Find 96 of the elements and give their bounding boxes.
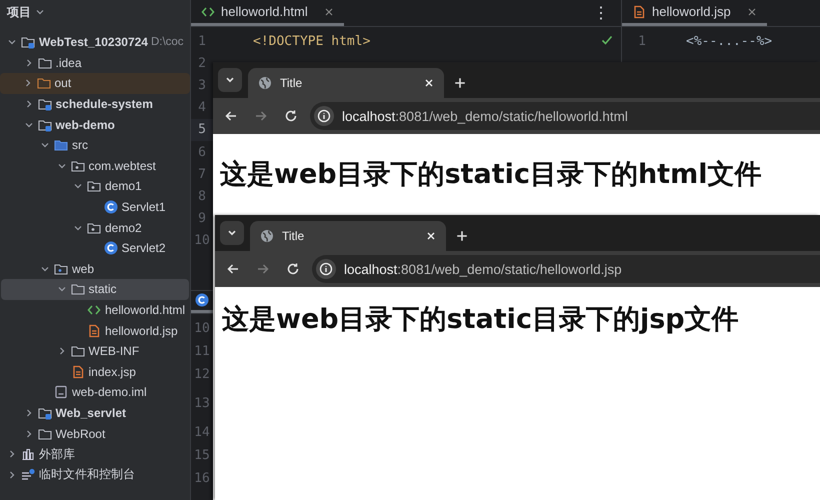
line-number: 1	[637, 32, 647, 51]
code-line: <!DOCTYPE html>	[253, 34, 370, 49]
folder-icon	[36, 76, 50, 90]
scratch-icon	[21, 468, 35, 482]
tab-search-button[interactable]	[220, 221, 244, 245]
folder-icon	[54, 262, 68, 276]
panel-title[interactable]: 项目	[7, 4, 31, 20]
tree-item[interactable]: 临时文件和控制台	[1, 464, 189, 486]
library-icon	[21, 447, 35, 462]
editor-tab[interactable]: helloworld.html	[191, 0, 344, 26]
close-icon[interactable]	[746, 6, 757, 16]
tree-item[interactable]: src	[1, 134, 189, 156]
line-number: 12	[193, 366, 211, 384]
globe-icon	[260, 229, 274, 243]
line-number: 8	[197, 188, 207, 206]
back-icon[interactable]	[224, 109, 238, 123]
tree-item[interactable]: Servlet1	[1, 196, 189, 218]
file-icon	[54, 385, 68, 400]
tree-item[interactable]: WebRoot	[1, 423, 189, 444]
tree-item[interactable]: Servlet2	[1, 238, 189, 259]
tree-item[interactable]: web-demo.iml	[1, 382, 189, 403]
line-number: 2	[197, 54, 207, 73]
browser-tab[interactable]: Title	[250, 221, 446, 251]
tree-item[interactable]: helloworld.html	[1, 300, 189, 320]
reload-icon[interactable]	[284, 109, 298, 123]
line-number: 13	[193, 394, 211, 413]
tree-item[interactable]: index.jsp	[1, 362, 189, 382]
folder-icon	[70, 344, 84, 358]
tree-item[interactable]: out	[0, 73, 190, 94]
line-number: 10	[193, 320, 211, 338]
line-number: 4	[197, 99, 207, 118]
code-brackets-icon	[201, 4, 215, 18]
new-tab-icon[interactable]	[456, 230, 468, 242]
line-number: 14	[193, 424, 211, 442]
folder-icon	[21, 35, 35, 50]
folder-icon	[38, 426, 52, 441]
line-number: 10	[193, 232, 211, 250]
address-bar[interactable]: localhost:8081/web_demo/static/helloworld.html	[310, 102, 820, 130]
tab-search-button[interactable]	[218, 68, 242, 92]
more-menu-button[interactable]: ⋮	[581, 0, 621, 26]
code-line: <%--...--%>	[686, 34, 772, 49]
line-number: 3	[197, 76, 207, 95]
tree-item[interactable]: web-demo	[1, 114, 189, 135]
folder-icon	[70, 158, 84, 173]
folder-icon	[38, 118, 52, 132]
page-heading: 这是web目录下的static目录下的html文件	[220, 158, 762, 192]
chevron-down-icon[interactable]	[35, 7, 45, 17]
class-icon	[104, 241, 118, 256]
folder-icon	[38, 56, 52, 70]
browser-tab[interactable]: Title	[248, 68, 444, 98]
reload-icon[interactable]	[286, 262, 300, 276]
tree-item[interactable]: static	[1, 279, 189, 300]
editor-tab[interactable]: helloworld.jsp	[622, 0, 767, 26]
file-icon	[70, 364, 84, 379]
folder-icon	[70, 282, 84, 296]
back-icon[interactable]	[226, 262, 240, 276]
tree-item[interactable]: 外部库	[1, 444, 189, 464]
tree-item[interactable]: schedule-system	[1, 94, 189, 114]
line-number: 15	[193, 446, 211, 465]
tree-item[interactable]: .idea	[1, 52, 189, 74]
info-icon[interactable]	[314, 106, 334, 126]
tree-item[interactable]: demo2	[1, 217, 189, 238]
line-number: 5	[191, 118, 213, 141]
folder-icon	[54, 138, 68, 152]
folder-icon	[87, 220, 101, 235]
folder-icon	[38, 406, 52, 420]
tree-item[interactable]: Web_servlet	[1, 402, 189, 424]
address-bar[interactable]: localhost:8081/web_demo/static/helloworld.jsp	[312, 255, 820, 283]
file-icon	[632, 4, 646, 18]
tree-item[interactable]: WebTest_10230724 D:\coc	[1, 32, 189, 53]
tree-item[interactable]: demo1	[1, 176, 189, 197]
line-number: 11	[193, 342, 211, 361]
tree-item[interactable]: com.webtest	[1, 156, 189, 176]
chevron-right-icon[interactable]	[7, 449, 17, 460]
class-icon	[195, 293, 209, 308]
line-number: 16	[193, 470, 211, 488]
tree-item[interactable]: helloworld.jsp	[1, 320, 189, 341]
line-number: 6	[197, 144, 207, 162]
info-icon[interactable]	[316, 259, 336, 279]
globe-icon	[258, 76, 272, 90]
folder-icon	[87, 179, 101, 194]
close-icon[interactable]	[324, 6, 334, 16]
class-icon	[104, 200, 118, 214]
project-path: D:\coc	[150, 36, 184, 48]
line-number: 9	[197, 210, 207, 228]
check-icon	[601, 34, 613, 46]
code-brackets-icon	[87, 303, 101, 318]
tree-item[interactable]: WEB-INF	[1, 340, 189, 362]
file-icon	[87, 324, 101, 338]
page-heading: 这是web目录下的static目录下的jsp文件	[222, 303, 740, 337]
line-number: 7	[197, 166, 207, 184]
folder-icon	[38, 97, 52, 112]
new-tab-icon[interactable]	[454, 77, 466, 89]
chevron-right-icon[interactable]	[7, 470, 17, 480]
tree-item[interactable]: web	[1, 258, 189, 280]
line-number: 1	[197, 32, 207, 51]
